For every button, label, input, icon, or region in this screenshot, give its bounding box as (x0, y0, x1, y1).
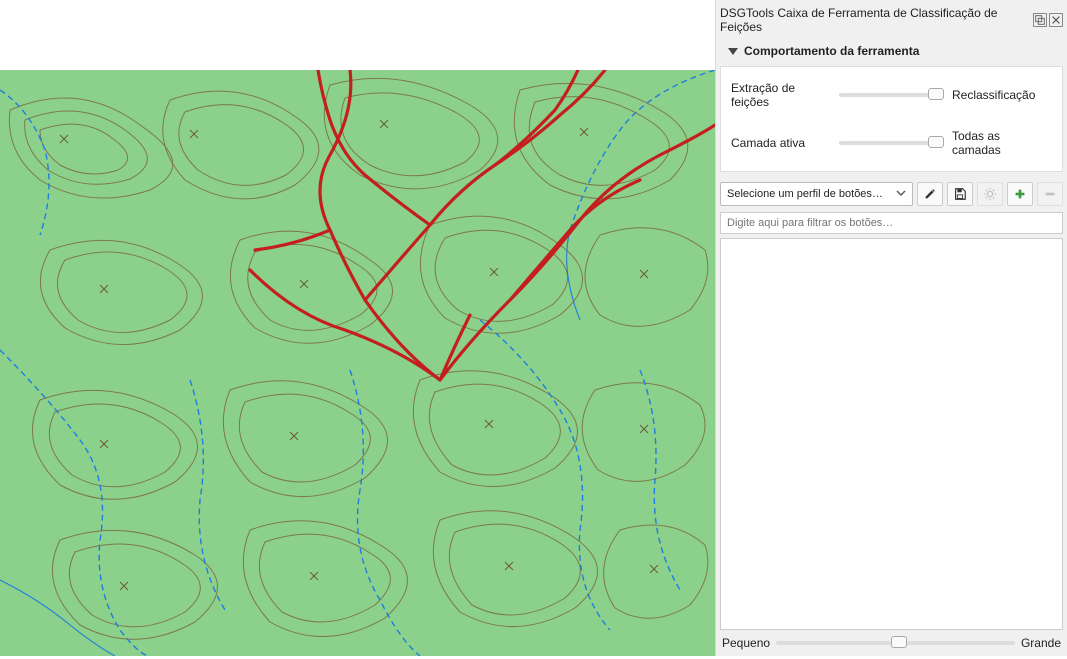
size-small-label: Pequeno (722, 636, 770, 650)
size-slider-row: Pequeno Grande (720, 630, 1063, 652)
collapse-triangle-icon (728, 48, 738, 55)
chevron-down-icon (896, 188, 906, 201)
filter-input[interactable] (720, 212, 1063, 234)
toolbar: Selecione um perfil de botões… (720, 182, 1063, 206)
size-large-label: Grande (1021, 636, 1061, 650)
close-icon[interactable] (1049, 13, 1063, 27)
edit-button[interactable] (917, 182, 943, 206)
behavior-controls: Extração de feições Reclassificação Cama… (720, 66, 1063, 172)
all-layers-label: Todas as camadas (952, 129, 1052, 157)
section-header[interactable]: Comportamento da ferramenta (720, 40, 1063, 62)
settings-button (977, 182, 1003, 206)
sidebar-panel: DSGTools Caixa de Ferramenta de Classifi… (715, 0, 1067, 656)
extract-label: Extração de feições (731, 81, 831, 109)
size-slider[interactable] (776, 641, 1015, 645)
panel-header: DSGTools Caixa de Ferramenta de Classifi… (720, 4, 1063, 40)
button-list[interactable] (720, 238, 1063, 630)
active-layer-label: Camada ativa (731, 136, 831, 150)
layer-slider[interactable] (839, 141, 944, 145)
reclassify-label: Reclassificação (952, 88, 1052, 102)
profile-select-text: Selecione um perfil de botões… (727, 188, 883, 200)
mode-slider[interactable] (839, 93, 944, 97)
section-title: Comportamento da ferramenta (744, 44, 919, 58)
map-canvas[interactable] (0, 70, 715, 656)
add-button[interactable] (1007, 182, 1033, 206)
profile-select[interactable]: Selecione um perfil de botões… (720, 182, 913, 206)
panel-title: DSGTools Caixa de Ferramenta de Classifi… (720, 6, 1033, 34)
map-area (0, 0, 715, 656)
remove-button (1037, 182, 1063, 206)
detach-icon[interactable] (1033, 13, 1047, 27)
save-button[interactable] (947, 182, 973, 206)
